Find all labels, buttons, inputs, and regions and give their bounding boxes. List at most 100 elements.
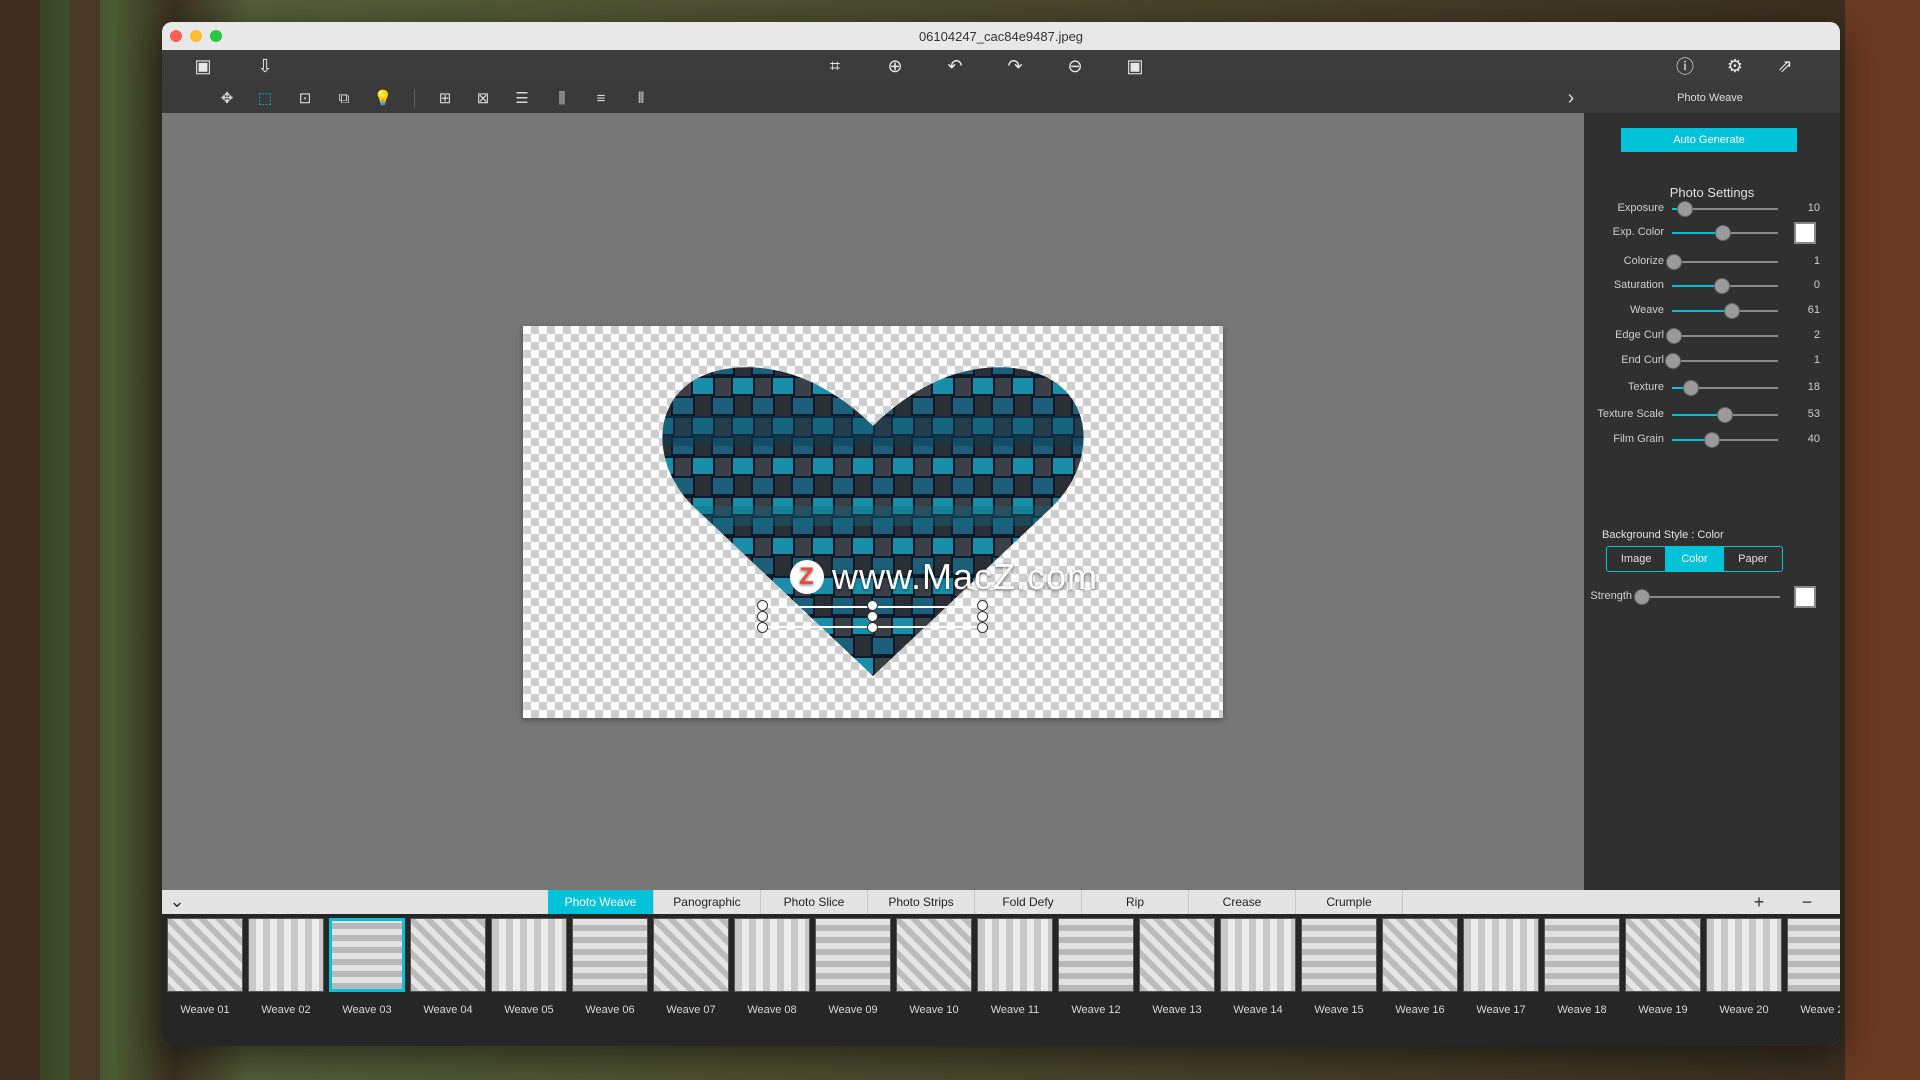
weave-preset-thumbnail[interactable]: Weave 05	[491, 918, 567, 1016]
zoom-window-button[interactable]	[210, 30, 222, 42]
resize-handle[interactable]	[977, 600, 988, 611]
thumbnail-label: Weave 12	[1071, 1004, 1121, 1016]
exposure-color-swatch[interactable]	[1794, 222, 1816, 244]
bg-option-image[interactable]: Image	[1607, 547, 1665, 571]
weave-preset-thumbnail[interactable]: Weave 12	[1058, 918, 1134, 1016]
rotate-left-icon[interactable]: ↶	[940, 52, 970, 80]
slider-thumb[interactable]	[1715, 225, 1731, 241]
document-canvas[interactable]: Z www.MacZ.com	[523, 326, 1223, 718]
weave-preset-thumbnail[interactable]: Weave 08	[734, 918, 810, 1016]
slider-thumb[interactable]	[1714, 278, 1730, 294]
woven-heart-image[interactable]	[633, 356, 1113, 686]
weave-preset-thumbnail[interactable]: Weave 03	[329, 918, 405, 1016]
settings-icon[interactable]: ⚙	[1720, 52, 1750, 80]
weave-preset-thumbnail[interactable]: Weave 18	[1544, 918, 1620, 1016]
select-tool-icon[interactable]: ⬚	[252, 85, 278, 111]
weave-preset-thumbnail[interactable]: Weave 19	[1625, 918, 1701, 1016]
slider-thumb[interactable]	[1704, 432, 1720, 448]
auto-generate-button[interactable]: Auto Generate	[1621, 128, 1797, 152]
weave-preset-thumbnail[interactable]: Weave 14	[1220, 918, 1296, 1016]
weave-preset-thumbnail[interactable]: Weave 06	[572, 918, 648, 1016]
canvas-area[interactable]: Z www.MacZ.com	[162, 113, 1584, 890]
rotate-right-icon[interactable]: ↷	[1000, 52, 1030, 80]
weave-preset-thumbnail[interactable]: Weave 21	[1787, 918, 1840, 1016]
info-icon[interactable]: ⓘ	[1670, 52, 1700, 80]
resize-handle[interactable]	[977, 622, 988, 633]
thumbnail-label: Weave 07	[666, 1004, 716, 1016]
transform-tool-icon[interactable]: ⧉	[331, 85, 357, 111]
bg-option-color[interactable]: Color	[1665, 547, 1724, 571]
slider-thumb[interactable]	[1717, 407, 1733, 423]
tab-fold-defy[interactable]: Fold Defy	[975, 890, 1082, 914]
weave-preset-thumbnail[interactable]: Weave 02	[248, 918, 324, 1016]
resize-handle[interactable]	[757, 622, 768, 633]
weave-preset-thumbnail[interactable]: Weave 01	[167, 918, 243, 1016]
slider-thumb[interactable]	[1677, 201, 1693, 217]
slider-value: 10	[1807, 202, 1820, 214]
slider-thumb[interactable]	[1666, 328, 1682, 344]
slider-track[interactable]	[1672, 360, 1778, 362]
add-preset-icon[interactable]: +	[1746, 889, 1772, 915]
weave-preset-thumbnail[interactable]: Weave 04	[410, 918, 486, 1016]
zoom-out-icon[interactable]: ⊖	[1060, 52, 1090, 80]
slider-value: 53	[1807, 408, 1820, 420]
slider-thumb[interactable]	[1665, 353, 1681, 369]
resize-handle[interactable]	[867, 622, 878, 633]
slider-track[interactable]	[1672, 261, 1778, 263]
move-tool-icon[interactable]: ✥	[214, 85, 240, 111]
fit-screen-icon[interactable]: ▣	[1120, 52, 1150, 80]
resize-handle[interactable]	[757, 611, 768, 622]
weave-preset-thumbnail[interactable]: Weave 09	[815, 918, 891, 1016]
resize-handle[interactable]	[977, 611, 988, 622]
image-tool-icon[interactable]: ⊞	[432, 85, 458, 111]
resize-handle[interactable]	[867, 600, 878, 611]
close-window-button[interactable]	[170, 30, 182, 42]
clear-tool-icon[interactable]: ⊠	[470, 85, 496, 111]
tab-photo-strips[interactable]: Photo Strips	[868, 890, 975, 914]
strength-track[interactable]	[1640, 596, 1780, 598]
remove-preset-icon[interactable]: −	[1794, 889, 1820, 915]
tab-rip[interactable]: Rip	[1082, 890, 1189, 914]
vertical-strip-icon[interactable]: ⫼	[549, 85, 575, 111]
minimize-window-button[interactable]	[190, 30, 202, 42]
slider-track[interactable]	[1672, 335, 1778, 337]
slider-thumb[interactable]	[1666, 254, 1682, 270]
strength-thumb[interactable]	[1634, 589, 1650, 605]
weave-preview-image	[1625, 918, 1701, 992]
tab-crease[interactable]: Crease	[1189, 890, 1296, 914]
light-tool-icon[interactable]: 💡	[370, 85, 396, 111]
slider-thumb[interactable]	[1683, 380, 1699, 396]
slider-thumb[interactable]	[1724, 303, 1740, 319]
weave-preset-thumbnail[interactable]: Weave 07	[653, 918, 729, 1016]
collapse-strip-icon[interactable]: ⌄	[164, 888, 190, 914]
portrait-tool-icon[interactable]: ⊡	[292, 85, 318, 111]
zoom-in-icon[interactable]: ⊕	[880, 52, 910, 80]
share-icon[interactable]: ⇗	[1770, 52, 1800, 80]
horizontal-strip-icon[interactable]: ☰	[509, 85, 535, 111]
list-tool-icon[interactable]: ≡	[588, 85, 614, 111]
crop-icon[interactable]: ⌗	[820, 52, 850, 80]
weave-preset-thumbnail[interactable]: Weave 20	[1706, 918, 1782, 1016]
resize-handle[interactable]	[867, 611, 878, 622]
weave-preset-thumbnail[interactable]: Weave 11	[977, 918, 1053, 1016]
strength-color-swatch[interactable]	[1794, 586, 1816, 608]
resize-handle[interactable]	[757, 600, 768, 611]
weave-preset-thumbnail[interactable]: Weave 17	[1463, 918, 1539, 1016]
tab-photo-slice[interactable]: Photo Slice	[761, 890, 868, 914]
thumbnail-label: Weave 15	[1314, 1004, 1364, 1016]
open-image-icon[interactable]: ▣	[188, 52, 218, 80]
tab-photo-weave[interactable]: Photo Weave	[548, 890, 654, 914]
thumbnail-label: Weave 16	[1395, 1004, 1445, 1016]
weave-preset-thumbnail[interactable]: Weave 16	[1382, 918, 1458, 1016]
slider-row: Weave 61	[1584, 301, 1840, 321]
weave-preset-thumbnail[interactable]: Weave 15	[1301, 918, 1377, 1016]
tab-panographic[interactable]: Panographic	[654, 890, 761, 914]
tab-crumple[interactable]: Crumple	[1296, 890, 1403, 914]
weave-preset-thumbnail[interactable]: Weave 13	[1139, 918, 1215, 1016]
bg-option-paper[interactable]: Paper	[1724, 547, 1782, 571]
slider-row: Exp. Color	[1584, 222, 1840, 244]
columns-tool-icon[interactable]: ⦀	[628, 85, 654, 111]
weave-preset-thumbnail[interactable]: Weave 10	[896, 918, 972, 1016]
save-icon[interactable]: ⇩	[250, 52, 280, 80]
background-style-selector: Image Color Paper	[1606, 546, 1783, 572]
